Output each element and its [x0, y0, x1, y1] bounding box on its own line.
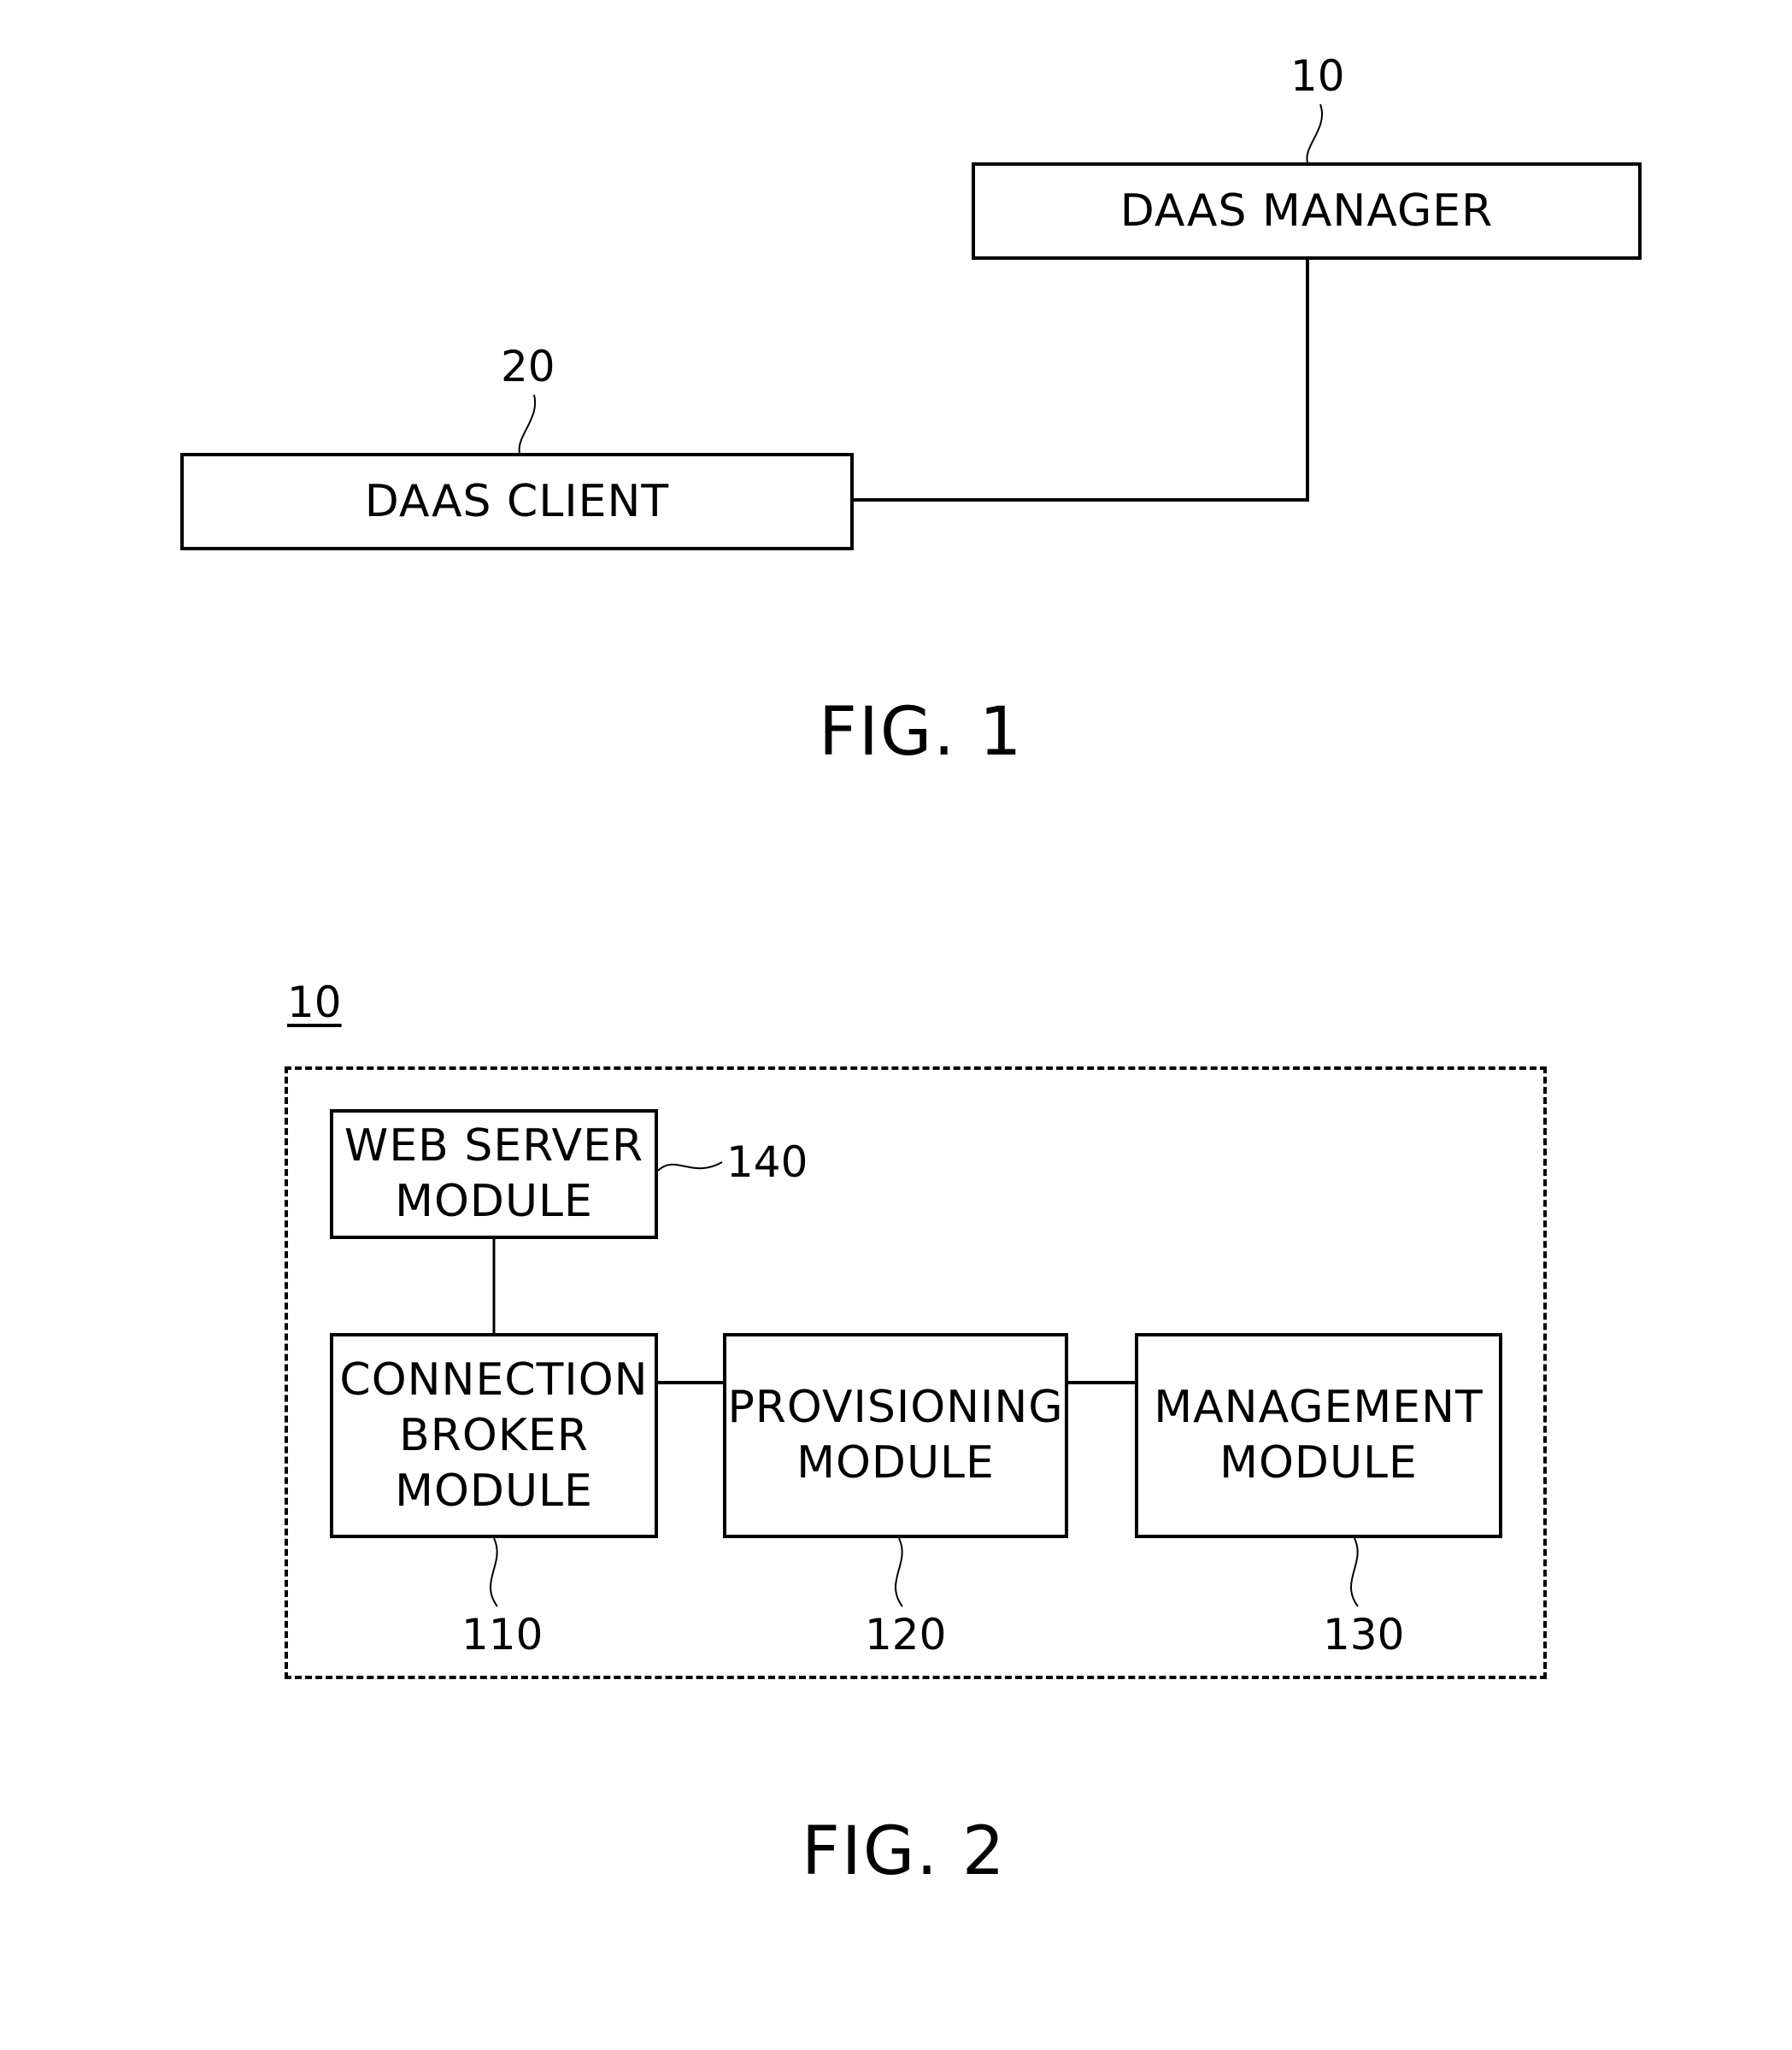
provisioning-module-box: PROVISIONING MODULE	[723, 1333, 1068, 1538]
connector-manager-client	[852, 258, 1309, 502]
module-label-line: MODULE	[796, 1437, 995, 1489]
system-ref-label: 10	[287, 978, 342, 1027]
ref-label-110: 110	[461, 1610, 543, 1659]
daas-manager-box: DAAS MANAGER	[972, 162, 1642, 260]
module-label-line: MODULE	[1219, 1437, 1418, 1489]
ref-label-client: 20	[501, 342, 555, 391]
management-module-box: MANAGEMENT MODULE	[1135, 1333, 1502, 1538]
module-label-line: PROVISIONING	[727, 1382, 1064, 1433]
ref-label-130: 130	[1323, 1610, 1405, 1659]
module-label-line: MODULE	[395, 1465, 593, 1517]
ref-label-140: 140	[726, 1137, 808, 1187]
module-label-line: MANAGEMENT	[1154, 1382, 1484, 1433]
figure-caption-2: FIG. 2	[802, 1813, 1007, 1890]
leader-line-10	[1306, 103, 1323, 163]
ref-label-manager: 10	[1290, 51, 1345, 101]
ref-label-120: 120	[865, 1610, 947, 1659]
module-label-line: BROKER	[399, 1409, 589, 1461]
figure-caption-1: FIG. 1	[819, 694, 1024, 771]
module-label-line: CONNECTION	[339, 1354, 649, 1406]
leader-line-20	[518, 394, 537, 454]
connector-layer	[490, 103, 1359, 1607]
module-label-line: MODULE	[395, 1176, 593, 1227]
web-server-module-box: WEB SERVER MODULE	[330, 1109, 658, 1239]
connection-broker-module-box: CONNECTION BROKER MODULE	[330, 1333, 658, 1538]
module-label-line: WEB SERVER	[344, 1120, 644, 1172]
daas-client-box: DAAS CLIENT	[180, 453, 854, 550]
